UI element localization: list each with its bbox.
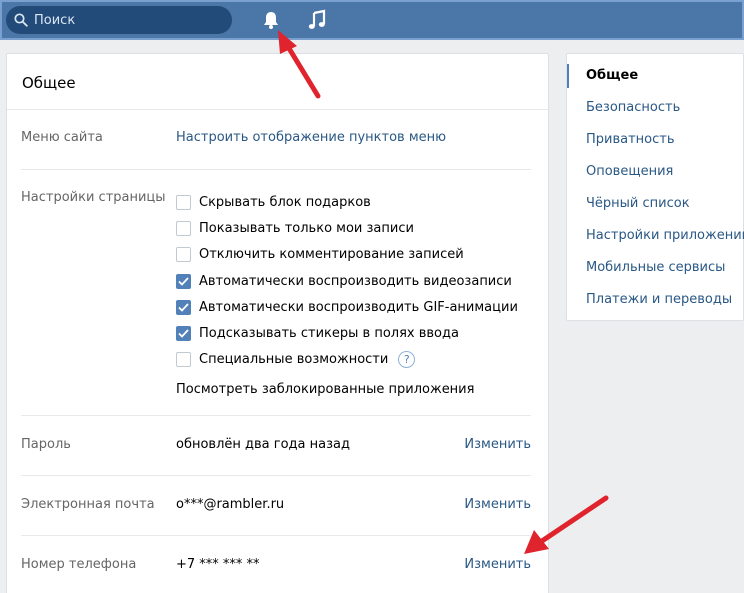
sidebar-item-notifications[interactable]: Оповещения bbox=[567, 156, 743, 188]
help-icon[interactable]: ? bbox=[398, 351, 416, 369]
checkbox-autoplay-gif[interactable]: Автоматически воспроизводить GIF-анимаци… bbox=[176, 294, 518, 320]
checkbox-box[interactable] bbox=[176, 220, 191, 236]
page-settings-label: Настройки страницы bbox=[21, 190, 166, 205]
divider bbox=[21, 535, 531, 536]
divider bbox=[21, 169, 531, 170]
checkbox-disable-comments[interactable]: Отключить комментирование записей bbox=[176, 242, 518, 268]
checkbox-box-checked[interactable] bbox=[176, 273, 191, 289]
email-label: Электронная почта bbox=[21, 497, 155, 512]
sidebar-item-general[interactable]: Общее bbox=[567, 60, 743, 92]
checkbox-list: Скрывать блок подарков Показывать только… bbox=[176, 189, 518, 402]
music-icon[interactable] bbox=[307, 9, 327, 31]
sidebar-item-security[interactable]: Безопасность bbox=[567, 92, 743, 124]
page-title: Общее bbox=[7, 54, 548, 110]
checkmark-icon bbox=[178, 303, 189, 312]
checkmark-icon bbox=[178, 329, 189, 338]
settings-sidebar: Общее Безопасность Приватность Оповещени… bbox=[566, 53, 744, 321]
sidebar-item-payments[interactable]: Платежи и переводы bbox=[567, 284, 743, 316]
blocked-apps-link[interactable]: Посмотреть заблокированные приложения bbox=[176, 376, 518, 402]
divider bbox=[21, 415, 531, 416]
configure-menu-link[interactable]: Настроить отображение пунктов меню bbox=[176, 130, 446, 145]
change-email-button[interactable]: Изменить bbox=[464, 497, 531, 512]
checkbox-accessibility[interactable]: Специальные возможности ? bbox=[176, 347, 518, 373]
checkbox-box-checked[interactable] bbox=[176, 299, 191, 315]
checkbox-autoplay-video[interactable]: Автоматически воспроизводить видеозаписи bbox=[176, 268, 518, 294]
phone-label: Номер телефона bbox=[21, 557, 137, 572]
search-box[interactable] bbox=[6, 6, 232, 34]
checkbox-box[interactable] bbox=[176, 194, 191, 210]
sidebar-item-mobile-services[interactable]: Мобильные сервисы bbox=[567, 252, 743, 284]
sidebar-item-blacklist[interactable]: Чёрный список bbox=[567, 188, 743, 220]
checkbox-hide-gifts[interactable]: Скрывать блок подарков bbox=[176, 189, 518, 215]
checkbox-box[interactable] bbox=[176, 352, 191, 368]
checkbox-box-checked[interactable] bbox=[176, 326, 191, 342]
menu-label: Меню сайта bbox=[21, 130, 103, 145]
checkbox-only-my-posts[interactable]: Показывать только мои записи bbox=[176, 215, 518, 241]
settings-main-panel: Общее Меню сайта Настроить отображение п… bbox=[6, 53, 549, 593]
change-phone-button[interactable]: Изменить bbox=[464, 557, 531, 572]
checkbox-box[interactable] bbox=[176, 247, 191, 263]
password-value: обновлён два года назад bbox=[176, 437, 350, 452]
bell-icon[interactable] bbox=[261, 10, 281, 30]
sidebar-item-app-settings[interactable]: Настройки приложений bbox=[567, 220, 744, 252]
phone-value: +7 *** *** ** bbox=[176, 557, 260, 572]
search-input[interactable] bbox=[34, 12, 224, 28]
top-bar bbox=[0, 0, 744, 40]
checkbox-sticker-hints[interactable]: Подсказывать стикеры в полях ввода bbox=[176, 320, 518, 346]
divider bbox=[21, 475, 531, 476]
sidebar-item-privacy[interactable]: Приватность bbox=[567, 124, 743, 156]
email-value: o***@rambler.ru bbox=[176, 497, 285, 512]
search-icon bbox=[14, 13, 28, 27]
checkmark-icon bbox=[178, 276, 189, 286]
password-label: Пароль bbox=[21, 437, 71, 452]
change-password-button[interactable]: Изменить bbox=[464, 437, 531, 452]
